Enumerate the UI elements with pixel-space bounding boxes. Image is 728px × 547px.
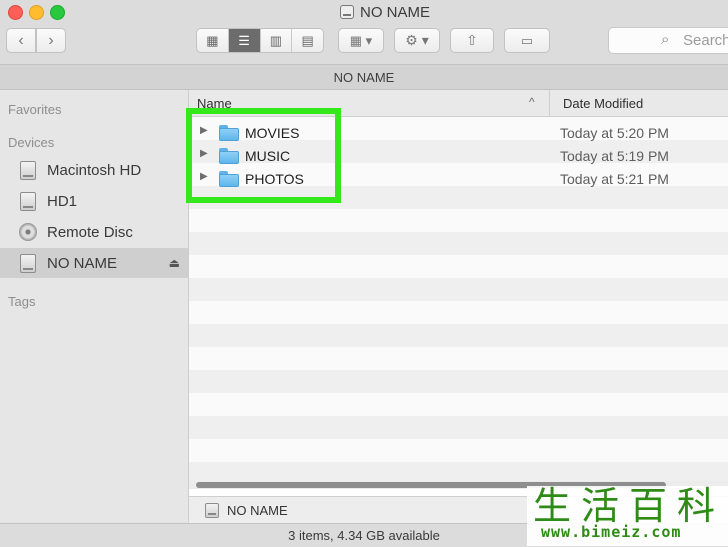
sidebar-section-tags: Tags bbox=[8, 294, 36, 309]
search-field[interactable]: ⌕ Search bbox=[608, 27, 728, 54]
sidebar-item-label: Macintosh HD bbox=[47, 161, 142, 179]
forward-button[interactable]: › bbox=[36, 28, 66, 53]
watermark-chinese-text: 生活百科 bbox=[533, 484, 726, 528]
list-stripe bbox=[189, 209, 728, 232]
back-button[interactable]: ‹ bbox=[6, 28, 36, 53]
cover-flow-icon: ▤ bbox=[301, 32, 314, 48]
path-bar: NO NAME bbox=[0, 65, 728, 90]
list-stripe bbox=[189, 439, 728, 462]
list-stripe bbox=[189, 278, 728, 301]
column-divider[interactable] bbox=[549, 90, 550, 116]
gear-icon: ⚙ ▾ bbox=[405, 32, 429, 48]
zoom-window-button[interactable] bbox=[50, 5, 65, 20]
list-stripe bbox=[189, 232, 728, 255]
view-mode-control[interactable]: ▦ ☰ ▥ ▤ bbox=[196, 28, 324, 53]
sidebar-item-remote-disc[interactable]: Remote Disc bbox=[0, 217, 188, 247]
share-button[interactable]: ⇧ bbox=[450, 28, 494, 53]
window-title-text: NO NAME bbox=[360, 3, 431, 21]
chevron-right-icon: › bbox=[48, 31, 54, 49]
sidebar-item-label: HD1 bbox=[47, 192, 78, 210]
drive-icon bbox=[340, 5, 354, 19]
hard-drive-icon bbox=[18, 191, 38, 211]
eject-icon[interactable]: ⏏ bbox=[169, 256, 180, 270]
arrange-button[interactable]: ▦ ▾ bbox=[338, 28, 384, 53]
file-date: Today at 5:20 PM bbox=[560, 125, 669, 141]
list-stripe bbox=[189, 393, 728, 416]
sidebar-section-favorites: Favorites bbox=[8, 102, 62, 117]
disc-icon bbox=[18, 222, 38, 242]
search-icon: ⌕ bbox=[661, 31, 670, 48]
sidebar-item-label: Remote Disc bbox=[47, 223, 133, 241]
list-view-button[interactable]: ☰ bbox=[228, 29, 261, 52]
date-modified-column-header[interactable]: Date Modified bbox=[563, 96, 643, 111]
action-button[interactable]: ⚙ ▾ bbox=[394, 28, 440, 53]
arrange-icon: ▦ ▾ bbox=[349, 32, 373, 48]
path-bar-label: NO NAME bbox=[333, 69, 395, 85]
sidebar-item-label: NO NAME bbox=[47, 254, 118, 272]
sidebar-section-devices: Devices bbox=[8, 135, 55, 150]
status-text: 3 items, 4.34 GB available bbox=[288, 528, 440, 543]
chevron-left-icon: ‹ bbox=[18, 31, 24, 49]
list-icon: ☰ bbox=[238, 32, 250, 48]
search-placeholder: Search bbox=[683, 32, 728, 49]
sort-ascending-icon: ^ bbox=[529, 95, 535, 109]
sidebar-item-hd1[interactable]: HD1 bbox=[0, 186, 188, 216]
hard-drive-icon bbox=[205, 502, 219, 518]
cover-flow-button[interactable]: ▤ bbox=[292, 29, 323, 52]
file-date: Today at 5:19 PM bbox=[560, 148, 669, 164]
hard-drive-icon bbox=[18, 253, 38, 273]
minimize-window-button[interactable] bbox=[29, 5, 44, 20]
list-stripe bbox=[189, 301, 728, 324]
column-view-button[interactable]: ▥ bbox=[261, 29, 293, 52]
highlight-box bbox=[186, 108, 341, 203]
sidebar-item-macintosh-hd[interactable]: Macintosh HD bbox=[0, 155, 188, 185]
list-stripe bbox=[189, 347, 728, 370]
file-date: Today at 5:21 PM bbox=[560, 171, 669, 187]
watermark: 生活百科 www.bimeiz.com bbox=[527, 486, 728, 546]
watermark-url: www.bimeiz.com bbox=[541, 523, 682, 541]
list-stripe bbox=[189, 416, 728, 439]
list-stripe bbox=[189, 255, 728, 278]
close-window-button[interactable] bbox=[8, 5, 23, 20]
grid-icon: ▦ bbox=[206, 32, 219, 48]
hard-drive-icon bbox=[18, 160, 38, 180]
tag-icon: ▭ bbox=[520, 32, 534, 48]
tags-button[interactable]: ▭ bbox=[504, 28, 550, 53]
bottom-path-label[interactable]: NO NAME bbox=[227, 503, 288, 518]
window-title: NO NAME bbox=[340, 2, 430, 22]
sidebar-item-no-name[interactable]: NO NAME ⏏ bbox=[0, 248, 188, 278]
list-stripe bbox=[189, 370, 728, 393]
share-icon: ⇧ bbox=[466, 32, 478, 48]
columns-icon: ▥ bbox=[269, 32, 283, 48]
list-stripe bbox=[189, 324, 728, 347]
icon-view-button[interactable]: ▦ bbox=[197, 29, 229, 52]
